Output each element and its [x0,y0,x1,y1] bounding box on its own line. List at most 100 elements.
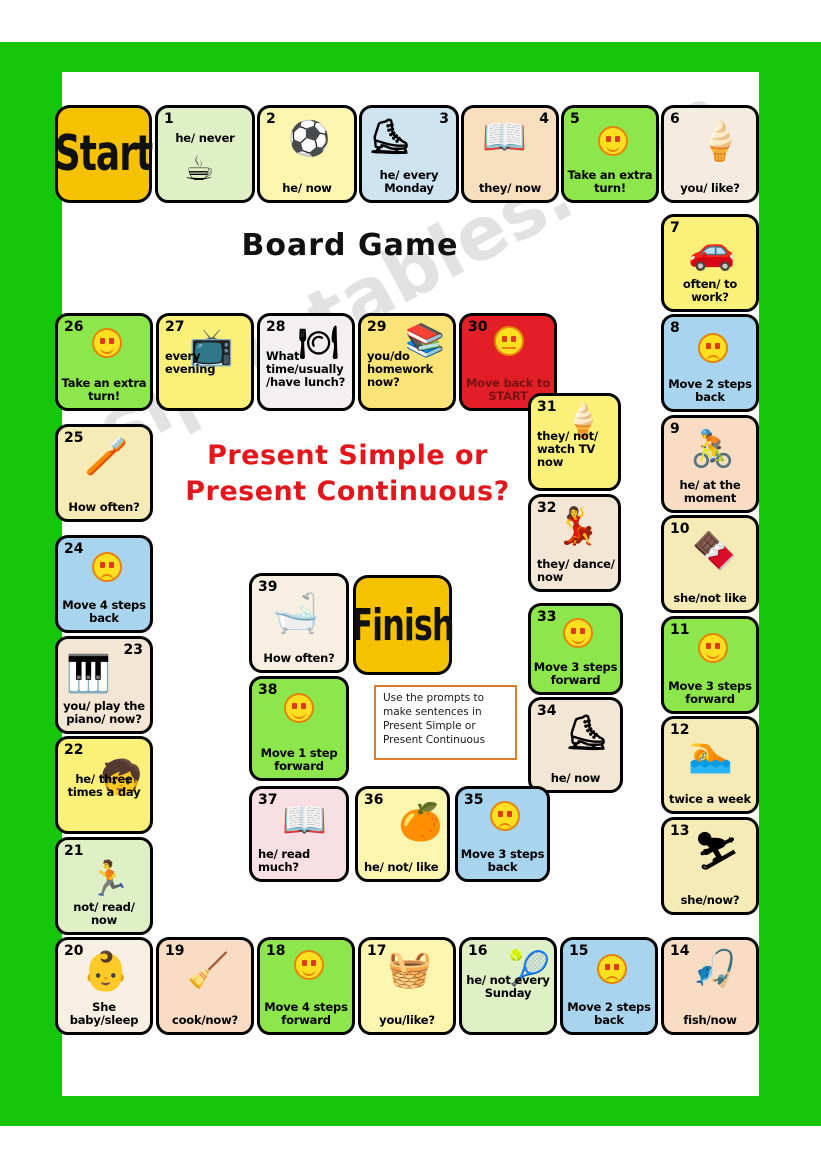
board-cell-1[interactable]: 1 ☕ he/ never [155,105,255,203]
board-cell-23[interactable]: 23 🎹 you/ play the piano/ now? [55,636,153,734]
boy-cycling-icon: 🚴 [690,429,735,470]
cell-prompt-text: they/ now [478,181,542,196]
board-cell-32[interactable]: 32 💃 they/ dance/ now [528,494,621,592]
cell-number: 24 [64,541,84,557]
board-cell-2[interactable]: 2 ⚽ he/ now [257,105,357,203]
happy-smiley-icon [698,633,728,663]
cell-number: 32 [537,500,557,516]
woman-playing-piano-icon: 🎹 [66,654,111,695]
board-cell-38[interactable]: 38 Move 1 step forward [249,676,349,781]
happy-smiley-icon [598,126,628,156]
board-cell-26[interactable]: 26 Take an extra turn! [55,313,153,411]
board-cell-17[interactable]: 17 🧺 you/like? [358,937,456,1035]
board-cell-7[interactable]: 7 🚗 often/ to work? [661,214,759,312]
board-cell-39[interactable]: 39 🛁 How often? [249,573,349,673]
happy-smiley-icon [92,328,122,358]
page-title-line2: Present Continuous? [185,476,510,508]
board-cell-19[interactable]: 19 🧹 cook/now? [156,937,254,1035]
cell-prompt-text: often/ to work? [682,277,738,305]
cell-number: 28 [266,319,286,335]
cell-prompt-text: he/ now [282,181,332,196]
board-cell-14[interactable]: 14 🎣 fish/now [661,937,759,1035]
cell-number: 37 [258,792,278,808]
cell-prompt-text: What time/usually /have lunch? [266,349,346,389]
board-cell-12[interactable]: 12 🏊 twice a week [661,716,759,814]
cell-prompt-text: she/not like [673,591,747,606]
cell-prompt-text: How often? [68,500,140,515]
board-cell-36[interactable]: 36 🍊 he/ not/ like [355,786,450,882]
board-cell-35[interactable]: 35 Move 3 steps back [455,786,550,882]
cell-number: 16 [468,943,488,959]
board-cell-16[interactable]: 16 🎾 he/ not every Sunday [459,937,557,1035]
cell-number: 38 [258,682,278,698]
cell-number: 1 [164,111,174,127]
sad-smiley-icon [490,801,520,831]
board-cell-15[interactable]: 15 Move 2 steps back [560,937,658,1035]
board-cell-33[interactable]: 33 Move 3 steps forward [528,603,623,695]
cell-prompt-text: Take an extra turn! [567,168,653,196]
sleeping-baby-icon: 👶 [82,949,130,993]
cup-of-tea-icon: ☕ [184,149,215,189]
cell-prompt-text: Move 3 steps back [460,847,545,875]
cell-prompt-text: She baby/sleep [69,1000,139,1028]
baby-in-bathtub-icon: 🛁 [272,591,320,635]
board-cell-31[interactable]: 31 🍦 they/ not/ watch TV now [528,393,621,491]
board-cell-13[interactable]: 13 ⛷ she/now? [661,817,759,915]
cell-number: 8 [670,320,680,336]
car-driving-icon: 🚗 [688,228,736,272]
board-cell-22[interactable]: 22 🧒 he/ three times a day [55,736,153,834]
cell-number: 12 [670,722,690,738]
board-cell-6[interactable]: 6 🍦 you/ like? [661,105,759,203]
board-cell-20[interactable]: 20 👶 She baby/sleep [55,937,153,1035]
board-cell-37[interactable]: 37 📖 he/ read much? [249,786,349,882]
board-cell-10[interactable]: 10 🍫 she/not like [661,515,759,613]
vacuum-cleaner-icon: 🧹 [187,951,230,991]
cell-number: 29 [367,319,387,335]
cell-number: 5 [570,111,580,127]
finish-tile[interactable]: Finish [351,575,455,675]
cell-number: 14 [670,943,690,959]
cell-prompt-text: they/ not/ watch TV now [537,429,598,469]
cell-prompt-text: every evening [165,349,216,376]
instruction-box: Use the prompts to make sentences in Pre… [374,685,517,760]
cell-number: 19 [165,943,185,959]
board-cell-24[interactable]: 24 Move 4 steps back [55,535,153,633]
sad-smiley-icon [597,954,627,984]
skier-icon: ⛷ [694,831,740,872]
cell-number: 31 [537,399,557,415]
cell-prompt-text: he/ three times a day [67,772,141,799]
board-cell-3[interactable]: 3 ⛸ he/ every Monday [359,105,459,203]
finish-label: Finish [351,599,454,651]
cell-prompt-text: fish/now [683,1013,737,1028]
cell-prompt-text: Move 2 steps back [668,377,752,405]
cell-prompt-text: Move 1 step forward [260,746,338,774]
cell-number: 15 [569,943,589,959]
boy-reading-book-icon: 📖 [282,800,327,841]
cell-prompt-text: you/like? [379,1013,435,1028]
board-cell-27[interactable]: 27 📺 every evening [156,313,254,411]
sad-smiley-icon [92,552,122,582]
cell-prompt-text: he/ now [550,771,601,786]
board-cell-5[interactable]: 5 Take an extra turn! [561,105,659,203]
board-cell-29[interactable]: 29 📚 you/do homework now? [358,313,456,411]
board-cell-28[interactable]: 28 🍽 What time/usually /have lunch? [257,313,355,411]
cell-prompt-text: you/ play the piano/ now? [63,699,145,727]
board-cell-18[interactable]: 18 Move 4 steps forward [257,937,355,1035]
start-tile[interactable]: Start [55,105,153,203]
board-cell-9[interactable]: 9 🚴 he/ at the moment [661,415,759,513]
cell-prompt-text: you/ like? [680,181,740,196]
board-cell-34[interactable]: 34 ⛸ he/ now [528,697,623,793]
cell-number: 4 [539,111,549,127]
cell-number: 30 [468,319,488,335]
cell-prompt-text: Move 3 steps forward [533,660,618,688]
cell-number: 10 [670,521,690,537]
board-cell-25[interactable]: 25 🪥 How often? [55,424,153,522]
board-cell-4[interactable]: 4 📖 they/ now [461,105,559,203]
girl-with-basket-icon: 🧺 [387,949,432,990]
cell-number: 25 [64,430,84,446]
chocolate-box-icon: 🍫 [692,531,737,572]
board-cell-11[interactable]: 11 Move 3 steps forward [661,616,759,714]
board-cell-21[interactable]: 21 🏃 not/ read/ now [55,837,153,935]
board-cell-8[interactable]: 8 Move 2 steps back [661,314,759,412]
cell-prompt-text: How often? [263,651,335,666]
